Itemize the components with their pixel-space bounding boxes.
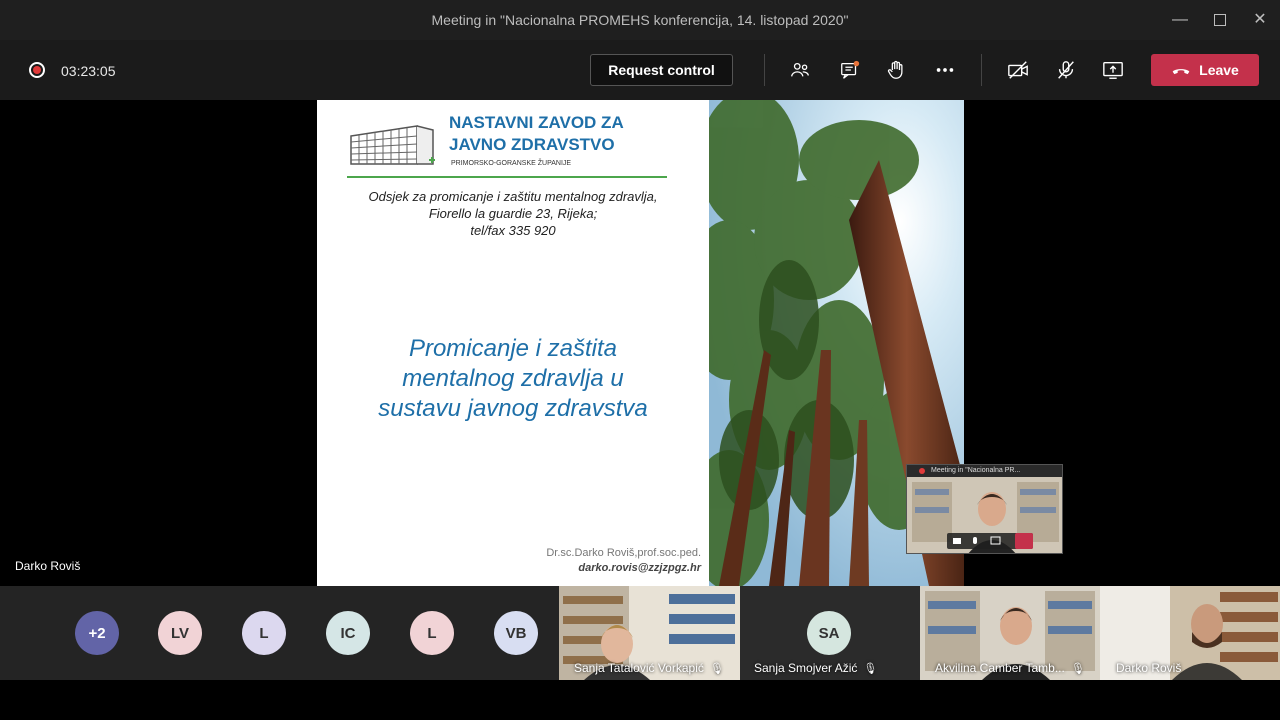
window-title: Meeting in "Nacionalna PROMEHS konferenc… — [431, 12, 849, 28]
mini-hang-up-icon[interactable] — [1015, 533, 1033, 549]
recording-icon — [29, 62, 45, 78]
share-screen-icon[interactable] — [1101, 58, 1125, 82]
slide-email: darko.rovis@zzjzpgz.hr — [578, 562, 701, 574]
participant-video-tile[interactable]: Akvilina Camber Tamb... 🎙 — [920, 586, 1100, 680]
participant-name: Sanja Smojver Ažić 🎙 — [754, 661, 877, 675]
participant-name-text: Akvilina Camber Tamb... — [935, 661, 1065, 675]
department-address: Odsjek za promicanje i zaštitu mentalnog… — [317, 188, 709, 239]
participant-name-text: Darko Roviš — [1116, 661, 1182, 675]
participant-avatar[interactable]: IC — [326, 611, 370, 655]
participant-avatar[interactable]: LV — [158, 611, 202, 655]
participant-name: Akvilina Camber Tamb... 🎙 — [935, 661, 1085, 675]
presenter-name: Darko Roviš — [15, 559, 81, 573]
org-name: NASTAVNI ZAVOD ZA JAVNO ZDRAVSTVO — [449, 112, 669, 156]
leave-label: Leave — [1199, 62, 1239, 78]
slide-title: Promicanje i zaštita mentalnog zdravlja … — [337, 334, 689, 424]
mini-preview-title: Meeting in "Nacionalna PR... — [907, 465, 1062, 477]
org-name-line2: JAVNO ZDRAVSTVO — [449, 135, 615, 154]
address-line3: tel/fax 335 920 — [470, 223, 556, 238]
participant-avatar[interactable]: L — [242, 611, 286, 655]
toolbar-divider — [981, 54, 982, 86]
bottom-bar — [0, 680, 1280, 720]
participant-name-text: Sanja Tatalović Vorkapić — [574, 661, 704, 675]
mini-preview-controls — [947, 533, 1033, 549]
participant-video-tile[interactable]: Darko Roviš — [1100, 586, 1280, 680]
slide-title-line3: sustavu javnog zdravstva — [378, 395, 648, 422]
leave-button[interactable]: Leave — [1151, 54, 1259, 86]
maximize-icon[interactable] — [1208, 8, 1232, 32]
close-icon[interactable]: ✕ — [1248, 8, 1272, 32]
participant-video-tile[interactable]: Sanja Tatalović Vorkapić 🎙 — [559, 586, 740, 680]
mic-off-icon: 🎙 — [863, 663, 878, 675]
recording-icon — [919, 468, 925, 474]
request-control-button[interactable]: Request control — [590, 54, 733, 86]
org-subtitle: PRIMORSKO-GORANSKE ŽUPANIJE — [451, 160, 572, 167]
slide-title-line2: mentalnog zdravlja u — [402, 365, 624, 392]
participant-avatar: SA — [807, 611, 851, 655]
meeting-timer: 03:23:05 — [61, 63, 116, 79]
participant-name: Sanja Tatalović Vorkapić 🎙 — [574, 661, 724, 675]
slide-title-line1: Promicanje i zaštita — [408, 335, 618, 362]
mini-preview-title-text: Meeting in "Nacionalna PR... — [931, 467, 1021, 474]
minimize-icon[interactable]: — — [1168, 8, 1192, 32]
slide-author: Dr.sc.Darko Roviš,prof.soc.ped. — [546, 547, 701, 559]
org-name-line1: NASTAVNI ZAVOD ZA — [449, 113, 624, 132]
chat-icon[interactable] — [838, 58, 862, 82]
window-title-bar: Meeting in "Nacionalna PROMEHS konferenc… — [0, 0, 1280, 40]
address-line1: Odsjek za promicanje i zaštitu mentalnog… — [368, 189, 658, 204]
meeting-toolbar: 03:23:05 Request control Leave — [0, 40, 1280, 100]
hang-up-icon — [1172, 69, 1190, 75]
toolbar-divider — [764, 54, 765, 86]
raise-hand-icon[interactable] — [884, 58, 908, 82]
mini-meeting-preview[interactable]: Meeting in "Nacionalna PR... — [906, 464, 1063, 554]
participant-strip: +2 LV L IC L VB Sanja Tatalović Vorkapić… — [0, 586, 1280, 680]
participant-name: Darko Roviš — [1116, 661, 1181, 675]
mic-off-icon[interactable] — [1054, 58, 1078, 82]
logo-divider — [347, 176, 667, 178]
participants-icon[interactable] — [788, 58, 812, 82]
camera-off-icon[interactable] — [1006, 58, 1030, 82]
participant-avatar[interactable]: VB — [494, 611, 538, 655]
address-line2: Fiorello la guardie 23, Rijeka; — [428, 206, 598, 221]
institute-logo — [350, 125, 435, 165]
mic-off-icon: 🎙 — [1070, 663, 1085, 675]
mic-off-icon: 🎙 — [709, 663, 724, 675]
participant-tile[interactable]: SA Sanja Smojver Ažić 🎙 — [740, 586, 920, 680]
more-participants-avatar[interactable]: +2 — [75, 611, 119, 655]
more-options-icon[interactable] — [933, 58, 957, 82]
mini-control-icons — [953, 536, 1001, 545]
participant-avatar[interactable]: L — [410, 611, 454, 655]
participant-name-text: Sanja Smojver Ažić — [754, 661, 858, 675]
shared-slide: NASTAVNI ZAVOD ZA JAVNO ZDRAVSTVO PRIMOR… — [317, 100, 709, 586]
